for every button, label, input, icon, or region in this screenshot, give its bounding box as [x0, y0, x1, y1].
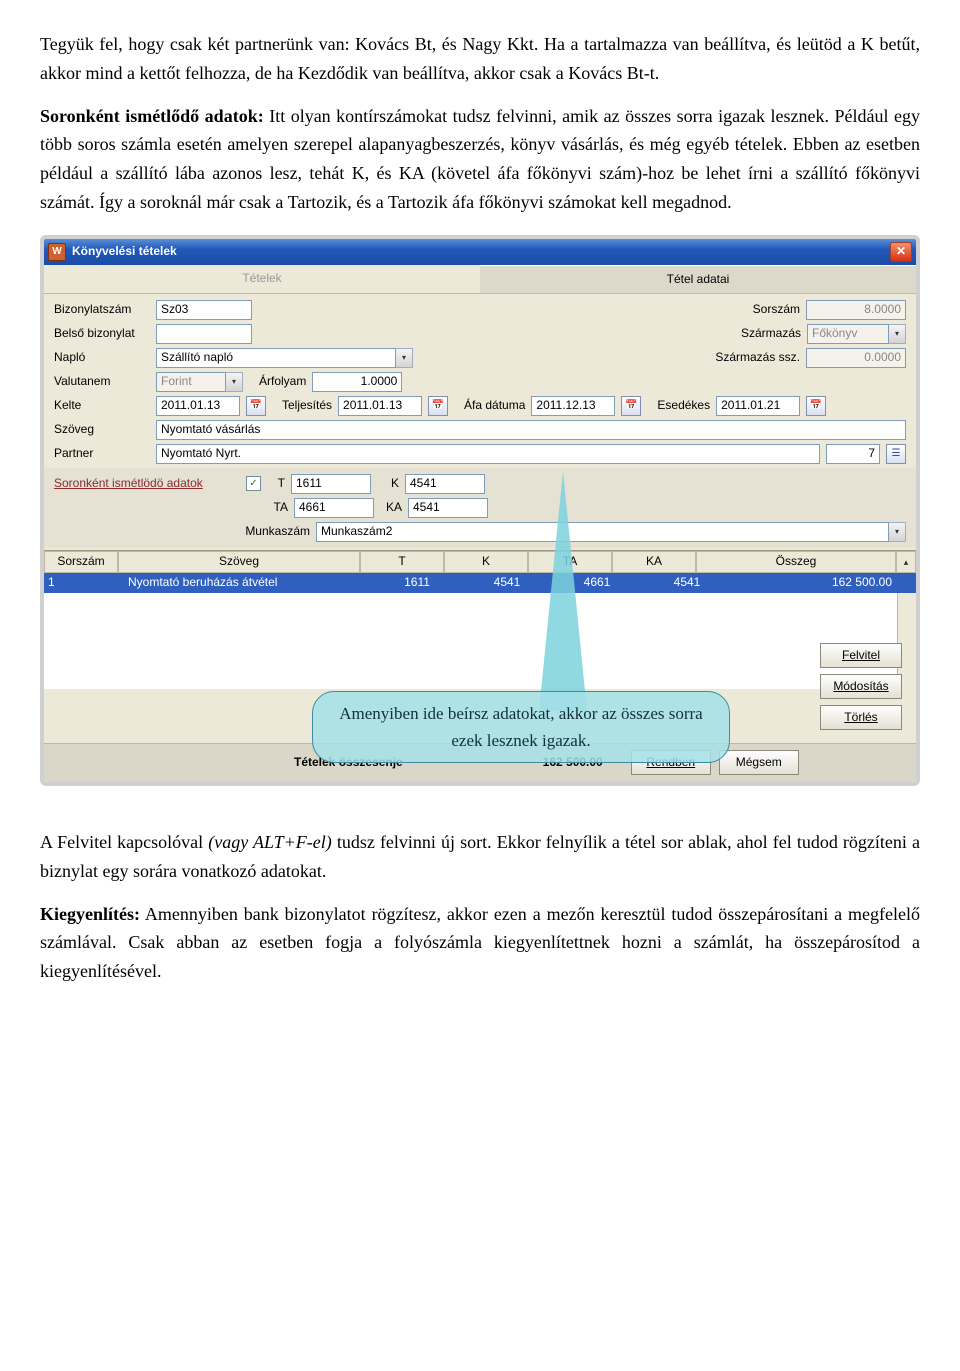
col-osszeg[interactable]: Összeg [696, 551, 896, 573]
tab-tetel-adatai[interactable]: Tétel adatai [480, 265, 916, 294]
data-grid: Sorszám Szöveg T K TA KA Összeg ▴ 1 Nyom… [44, 550, 916, 689]
cell-osszeg: 162 500.00 [732, 573, 916, 593]
input-TA[interactable]: 4661 [294, 498, 374, 518]
select-valutanem: Forint [156, 372, 226, 392]
footer-label: Tételek összesenje [54, 753, 403, 772]
table-row[interactable]: 1 Nyomtató beruházás átvétel 1611 4541 4… [44, 573, 916, 593]
lbl-belso: Belső bizonylat [54, 324, 150, 343]
input-K[interactable]: 4541 [405, 474, 485, 494]
input-bizonylatszam[interactable]: Sz03 [156, 300, 252, 320]
lbl-partner: Partner [54, 444, 150, 463]
input-KA[interactable]: 4541 [408, 498, 488, 518]
input-szoveg[interactable]: Nyomtató vásárlás [156, 420, 906, 440]
btn-modositas[interactable]: Módosítás [820, 674, 902, 699]
lookup-icon[interactable]: ☰ [886, 444, 906, 464]
select-naplo[interactable]: Szállító napló [156, 348, 396, 368]
app-icon: W [48, 243, 66, 261]
input-szarmazasssz: 0.0000 [806, 348, 906, 368]
paragraph-3: A Felvitel kapcsolóval (vagy ALT+F-el) t… [40, 828, 920, 886]
lbl-sorszam: Sorszám [753, 300, 800, 319]
calendar-icon[interactable]: 📅 [246, 396, 266, 416]
col-TA[interactable]: TA [528, 551, 612, 573]
calendar-icon[interactable]: 📅 [621, 396, 641, 416]
screenshot-panel: W Könyvelési tételek ✕ Tételek Tétel ada… [40, 235, 920, 786]
cell-T: 1611 [372, 573, 462, 593]
lbl-kelte: Kelte [54, 396, 150, 415]
btn-felvitel[interactable]: Felvitel [820, 643, 902, 668]
calendar-icon[interactable]: 📅 [806, 396, 826, 416]
paragraph-1: Tegyük fel, hogy csak két partnerünk van… [40, 30, 920, 88]
cell-szoveg: Nyomtató beruházás átvétel [124, 573, 372, 593]
input-sorszam: 8.0000 [806, 300, 906, 320]
col-KA[interactable]: KA [612, 551, 696, 573]
lbl-KA: KA [380, 498, 402, 517]
btn-torles[interactable]: Törlés [820, 705, 902, 730]
lbl-T: T [267, 474, 285, 493]
paragraph-2: Soronként ismétlődő adatok: Itt olyan ko… [40, 102, 920, 217]
lbl-TA: TA [266, 498, 288, 517]
para4-lead: Kiegyenlítés: [40, 904, 140, 924]
chevron-down-icon: ▾ [226, 372, 243, 392]
input-esedekes[interactable]: 2011.01.21 [716, 396, 800, 416]
lbl-szarmazasssz: Származás ssz. [715, 348, 800, 367]
chevron-down-icon[interactable]: ▾ [396, 348, 413, 368]
btn-megsem[interactable]: Mégsem [719, 750, 799, 775]
para3-a: A Felvitel kapcsolóval [40, 832, 208, 852]
para3-i: (vagy ALT+F-el) [208, 832, 332, 852]
scroll-up-icon[interactable]: ▴ [896, 551, 916, 573]
lbl-teljesites: Teljesítés [282, 396, 332, 415]
input-partnerid[interactable]: 7 [826, 444, 880, 464]
lbl-K: K [377, 474, 399, 493]
lbl-munkaszam: Munkaszám [230, 522, 310, 541]
input-arfolyam[interactable]: 1.0000 [312, 372, 402, 392]
lbl-bizonylatszam: Bizonylatszám [54, 300, 150, 319]
input-T[interactable]: 1611 [291, 474, 371, 494]
lbl-afadatum: Áfa dátuma [464, 396, 525, 415]
col-sorszam[interactable]: Sorszám [44, 551, 118, 573]
lbl-naplo: Napló [54, 348, 150, 367]
input-partner[interactable]: Nyomtató Nyrt. [156, 444, 820, 464]
paragraph-4: Kiegyenlítés: Amennyiben bank bizonylato… [40, 900, 920, 986]
col-K[interactable]: K [444, 551, 528, 573]
cell-KA: 4541 [642, 573, 732, 593]
footer-total: 162 500.00 [403, 753, 623, 772]
input-belso[interactable] [156, 324, 252, 344]
btn-rendben[interactable]: Rendben [631, 750, 711, 775]
lbl-soronkent-ismetlodo: Soronként ismétlödö adatok [54, 474, 240, 493]
footer-bar: Tételek összesenje 162 500.00 Rendben Mé… [44, 743, 916, 782]
select-munkaszam[interactable]: Munkaszám2 [316, 522, 889, 542]
cell-sorszam: 1 [44, 573, 124, 593]
select-szarmazas: Főkönyv [807, 324, 889, 344]
lbl-szoveg: Szöveg [54, 420, 150, 439]
input-afadatum[interactable]: 2011.12.13 [531, 396, 615, 416]
lbl-arfolyam: Árfolyam [259, 372, 306, 391]
tab-tetelek[interactable]: Tételek [44, 265, 480, 294]
input-kelte[interactable]: 2011.01.13 [156, 396, 240, 416]
lbl-valutanem: Valutanem [54, 372, 150, 391]
window-titlebar: W Könyvelési tételek ✕ [44, 239, 916, 265]
cell-K: 4541 [462, 573, 552, 593]
window-title: Könyvelési tételek [72, 242, 890, 261]
para4-rest: Amennyiben bank bizonylatot rögzítesz, a… [40, 904, 920, 982]
cell-TA: 4661 [552, 573, 642, 593]
tabs: Tételek Tétel adatai [44, 265, 916, 294]
input-teljesites[interactable]: 2011.01.13 [338, 396, 422, 416]
para2-lead: Soronként ismétlődő adatok: [40, 106, 264, 126]
checkbox-repeat[interactable]: ✓ [246, 476, 261, 491]
chevron-down-icon: ▾ [889, 324, 906, 344]
col-T[interactable]: T [360, 551, 444, 573]
chevron-down-icon[interactable]: ▾ [889, 522, 906, 542]
grid-empty-area [44, 593, 916, 689]
close-icon[interactable]: ✕ [890, 242, 912, 262]
lbl-szarmazas: Származás [741, 324, 801, 343]
lbl-esedekes: Esedékes [657, 396, 710, 415]
calendar-icon[interactable]: 📅 [428, 396, 448, 416]
col-szoveg[interactable]: Szöveg [118, 551, 360, 573]
